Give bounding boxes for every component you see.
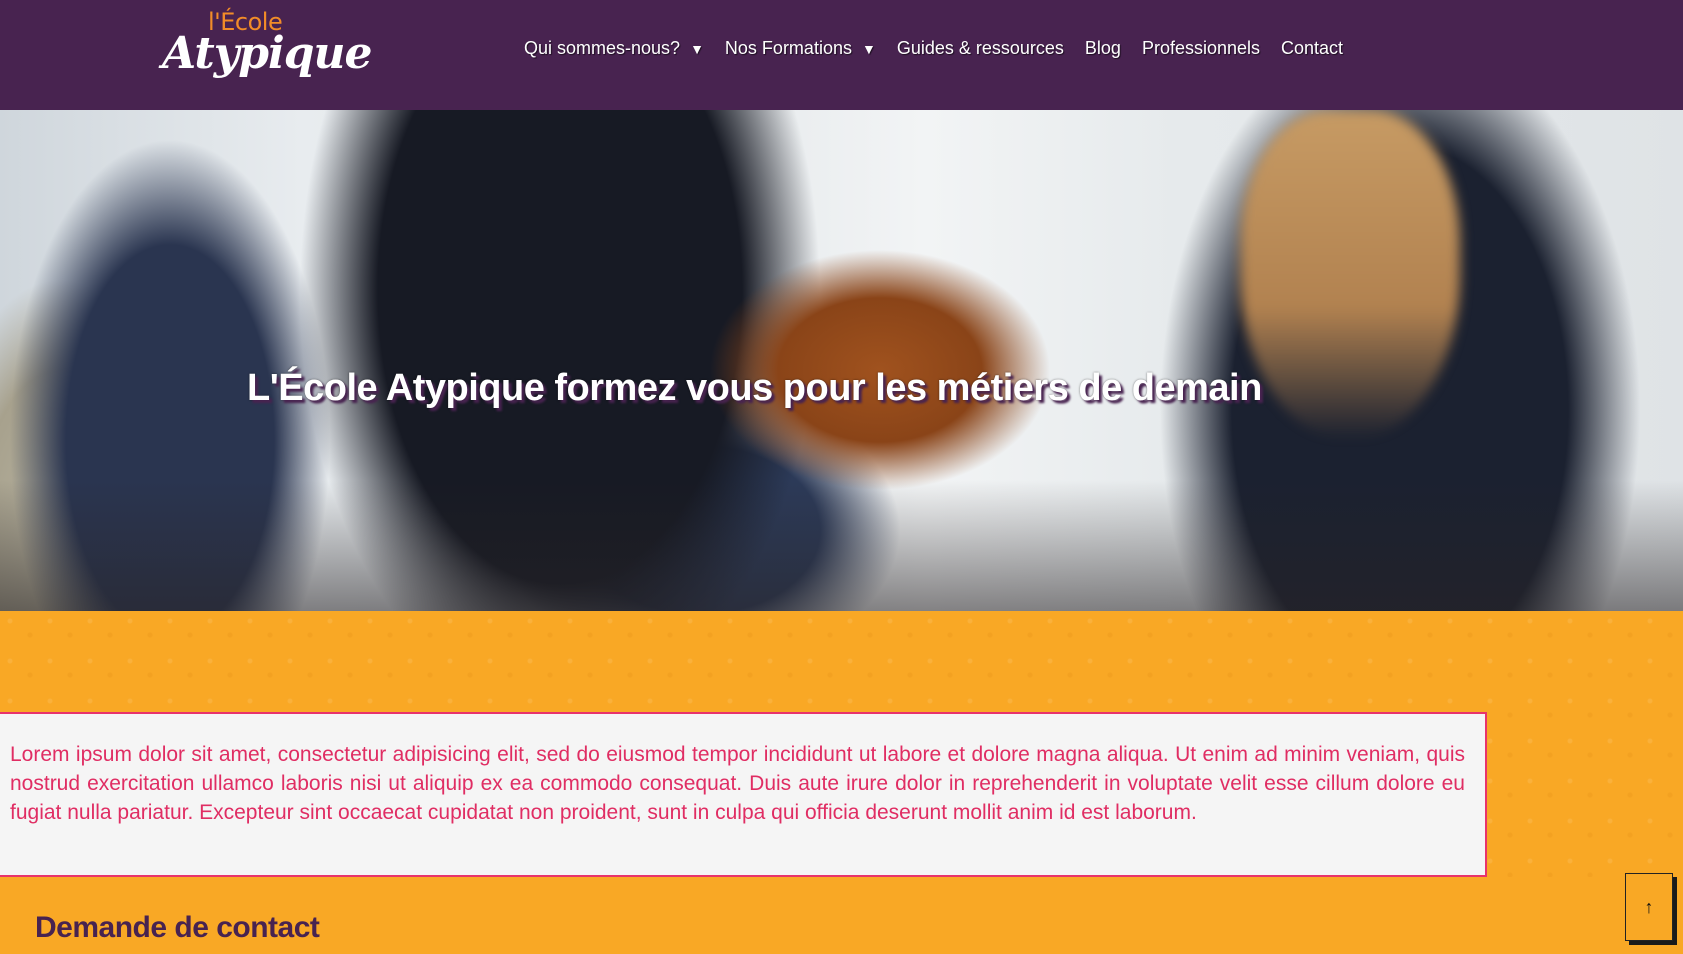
nav-item-label: Contact — [1281, 38, 1344, 58]
main-nav: Qui sommes-nous? ▼ Nos Formations ▼ Guid… — [524, 38, 1364, 59]
chevron-down-icon: ▼ — [690, 40, 704, 57]
contact-title: Demande de contact — [35, 911, 320, 944]
nav-item-label: Professionnels — [1141, 38, 1261, 58]
hero-photo-shade — [0, 480, 1683, 611]
nav-item-blog[interactable]: Blog — [1085, 38, 1121, 59]
logo-big-text: Atypique — [162, 28, 372, 79]
nav-item-label: Qui sommes-nous? — [524, 38, 681, 58]
site-logo[interactable]: l'École Atypique — [160, 6, 372, 96]
arrow-up-icon: ↑ — [1644, 896, 1654, 917]
intro-box: Lorem ipsum dolor sit amet, consectetur … — [0, 712, 1487, 877]
nav-item-contact[interactable]: Contact — [1281, 38, 1343, 59]
site-header: l'École Atypique Qui sommes-nous? ▼ Nos … — [0, 0, 1683, 110]
scroll-to-top-button[interactable]: ↑ — [1625, 873, 1673, 941]
hero-photo-detail — [1240, 110, 1460, 440]
intro-text: Lorem ipsum dolor sit amet, consectetur … — [10, 743, 1465, 824]
hero-title: L'École Atypique formez vous pour les mé… — [247, 367, 1262, 410]
nav-item-label: Guides & ressources — [896, 38, 1064, 58]
hero-banner: L'École Atypique formez vous pour les mé… — [0, 110, 1683, 611]
nav-item-label: Nos Formations — [724, 38, 852, 58]
nav-item-guides-ressources[interactable]: Guides & ressources — [897, 38, 1064, 59]
nav-item-label: Blog — [1084, 38, 1121, 58]
nav-item-nos-formations[interactable]: Nos Formations ▼ — [725, 38, 876, 59]
nav-item-qui-sommes-nous[interactable]: Qui sommes-nous? ▼ — [524, 38, 704, 59]
chevron-down-icon: ▼ — [861, 40, 876, 57]
nav-item-professionnels[interactable]: Professionnels — [1142, 38, 1260, 59]
